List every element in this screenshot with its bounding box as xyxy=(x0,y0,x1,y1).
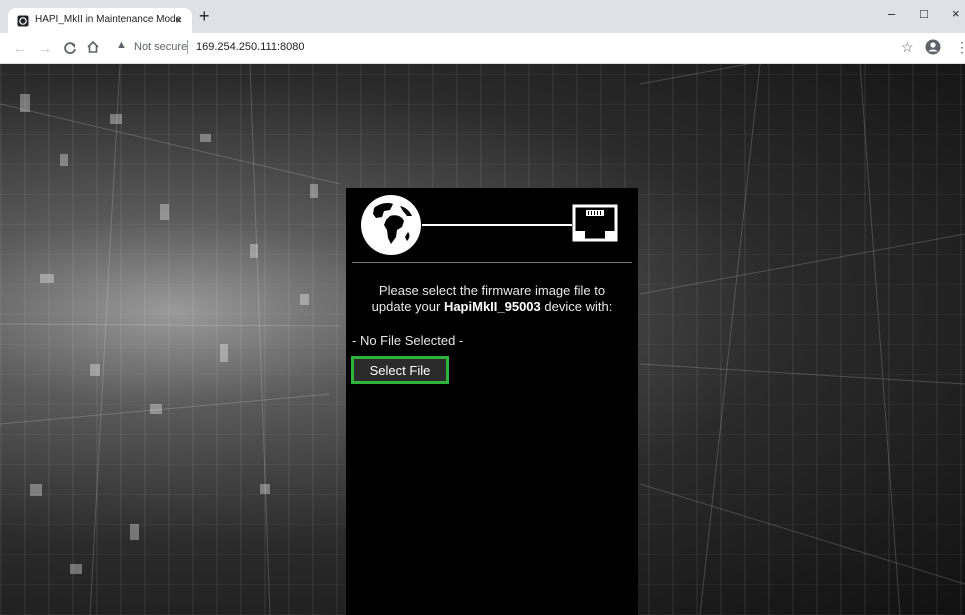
browser-tab[interactable]: HAPI_MkII in Maintenance Mode × xyxy=(8,8,192,33)
instructions-text: Please select the firmware image file to… xyxy=(346,283,638,315)
instruction-suffix: device with: xyxy=(540,299,613,314)
page-background: Please select the firmware image file to… xyxy=(0,64,965,615)
firmware-dialog: Please select the firmware image file to… xyxy=(346,188,638,615)
tab-close-icon[interactable]: × xyxy=(175,13,182,27)
menu-icon[interactable]: ⋮ xyxy=(955,39,965,55)
browser-titlebar: HAPI_MkII in Maintenance Mode × + – □ × xyxy=(0,0,965,33)
address-bar[interactable]: ▲ Not secure 169.254.250.111:8080 xyxy=(112,37,892,59)
close-window-button[interactable]: × xyxy=(952,6,960,22)
panel-divider xyxy=(352,262,632,263)
tab-title: HAPI_MkII in Maintenance Mode xyxy=(35,14,182,25)
panel-header xyxy=(346,188,638,262)
globe-icon xyxy=(361,195,421,255)
connection-line xyxy=(422,224,572,226)
maximize-button[interactable]: □ xyxy=(920,6,928,22)
favicon-icon xyxy=(17,15,29,27)
back-icon[interactable]: ← xyxy=(13,40,27,56)
instruction-prefix: update your xyxy=(371,299,444,314)
reload-icon[interactable] xyxy=(63,41,77,55)
profile-icon[interactable] xyxy=(925,39,941,55)
url-text[interactable]: 169.254.250.111:8080 xyxy=(196,41,304,53)
file-status: - No File Selected - xyxy=(352,333,464,348)
device-name: HapiMkII_95003 xyxy=(443,299,541,314)
new-tab-button[interactable]: + xyxy=(199,7,210,25)
home-icon[interactable] xyxy=(86,40,100,54)
forward-icon[interactable]: → xyxy=(38,40,52,56)
instruction-line-1: Please select the firmware image file to xyxy=(378,283,606,298)
select-file-button[interactable]: Select File xyxy=(351,356,449,384)
security-label[interactable]: Not secure xyxy=(134,41,187,53)
warning-icon[interactable]: ▲ xyxy=(116,39,127,51)
browser-toolbar: ← → ▲ Not secure 169.254.250.111:8080 ☆ … xyxy=(0,33,965,64)
url-separator xyxy=(187,40,188,54)
star-icon[interactable]: ☆ xyxy=(901,39,914,55)
ethernet-icon xyxy=(572,204,618,242)
minimize-button[interactable]: – xyxy=(888,6,895,22)
